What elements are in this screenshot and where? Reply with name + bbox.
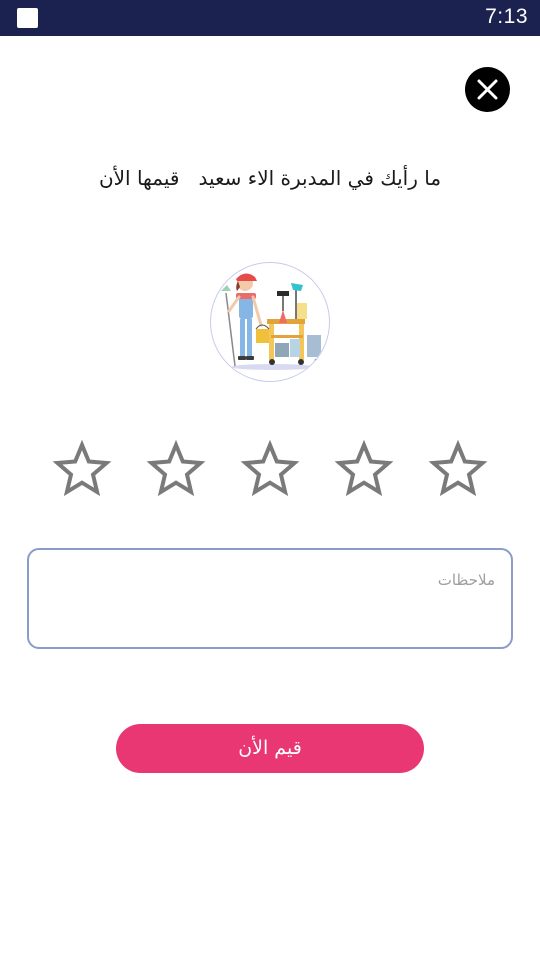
notes-field[interactable] bbox=[27, 548, 513, 649]
status-time: 7:13 bbox=[485, 5, 528, 28]
rating-title: ما رأيك في المدبرة الاء سعيد قيمها الأن bbox=[98, 166, 442, 190]
close-icon bbox=[477, 79, 498, 100]
housekeeper-illustration bbox=[221, 273, 321, 370]
star-icon[interactable] bbox=[51, 440, 113, 502]
star-icon[interactable] bbox=[145, 440, 207, 502]
rate-now-button[interactable]: قيم الأن bbox=[116, 724, 424, 773]
notes-input[interactable] bbox=[53, 566, 497, 594]
status-bar: 7:13 bbox=[0, 0, 540, 36]
housekeeper-avatar bbox=[210, 262, 330, 382]
star-icon[interactable] bbox=[239, 440, 301, 502]
star-rating bbox=[0, 440, 540, 502]
star-icon[interactable] bbox=[427, 440, 489, 502]
close-button[interactable] bbox=[465, 67, 510, 112]
star-icon[interactable] bbox=[333, 440, 395, 502]
notification-icon bbox=[17, 8, 38, 28]
